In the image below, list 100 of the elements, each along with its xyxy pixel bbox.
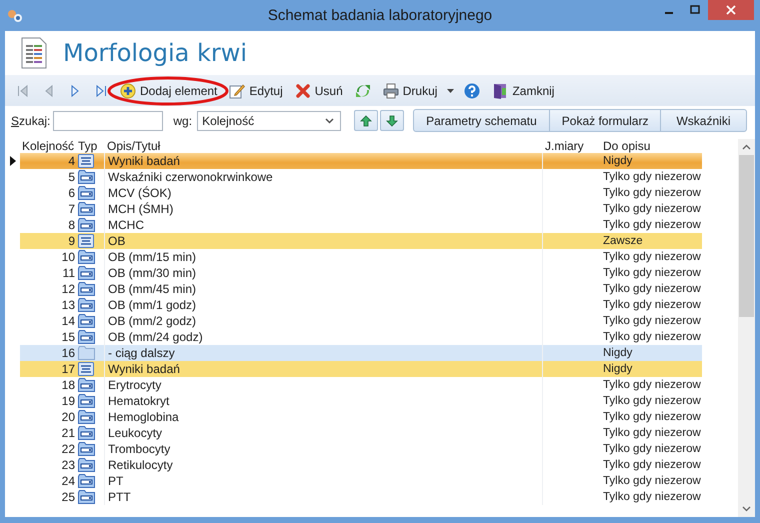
table-cell-text: Nigdy bbox=[602, 346, 634, 361]
plus-icon[interactable] bbox=[120, 82, 136, 98]
folder-icon bbox=[78, 490, 95, 504]
pencil-icon[interactable] bbox=[229, 82, 246, 98]
folder-icon bbox=[78, 394, 95, 408]
table-cell-text: 23 bbox=[60, 457, 76, 473]
table-cell: OB (mm/30 min) bbox=[104, 265, 542, 281]
table-row[interactable]: 12 OB (mm/45 min) Tylko gdy niezerow bbox=[20, 281, 702, 297]
show-form-button[interactable]: Pokaż formularz bbox=[548, 109, 662, 132]
door-icon[interactable] bbox=[492, 82, 508, 98]
form-title: Morfologia krwi bbox=[63, 39, 248, 67]
table-cell-text: 8 bbox=[67, 217, 76, 233]
table-row[interactable]: 22 Trombocyty Tylko gdy niezerow bbox=[20, 441, 702, 457]
list-icon bbox=[78, 362, 94, 376]
arrow-up-icon[interactable] bbox=[360, 114, 372, 126]
arrow-down-icon[interactable] bbox=[386, 114, 398, 126]
sort-label: wg: bbox=[173, 114, 192, 128]
table-cell-text: 14 bbox=[60, 313, 76, 329]
table-cell-text: Tylko gdy niezerow bbox=[602, 410, 702, 425]
table-row[interactable]: 16 - ciąg dalszy Nigdy bbox=[20, 345, 702, 361]
table-cell-text: 19 bbox=[60, 393, 76, 409]
table-cell-text: 21 bbox=[60, 425, 76, 441]
table-cell: PTT bbox=[104, 489, 542, 505]
table-cell-text: Tylko gdy niezerow bbox=[602, 186, 702, 201]
table-cell-text: 9 bbox=[67, 233, 76, 249]
maximize-icon[interactable] bbox=[690, 5, 700, 15]
scroll-up-icon[interactable] bbox=[742, 144, 751, 150]
table-cell: Wyniki badań bbox=[104, 361, 542, 377]
printer-icon[interactable] bbox=[382, 82, 399, 98]
close-form-button[interactable]: Zamknij bbox=[487, 78, 560, 102]
table-row[interactable]: 11 OB (mm/30 min) Tylko gdy niezerow bbox=[20, 265, 702, 281]
table-cell-text: Tylko gdy niezerow bbox=[602, 490, 702, 505]
folder-icon bbox=[78, 458, 95, 472]
document-icon bbox=[21, 37, 47, 69]
table-cell-text: Nigdy bbox=[602, 362, 634, 377]
table-cell: Wskaźniki czerwonokrwinkowe bbox=[104, 169, 542, 185]
column-header[interactable]: Opis/Tytuł bbox=[104, 139, 542, 153]
table-row[interactable]: 23 Retikulocyty Tylko gdy niezerow bbox=[20, 457, 702, 473]
table-cell: PT bbox=[104, 473, 542, 489]
table-row[interactable]: 24 PT Tylko gdy niezerow bbox=[20, 473, 702, 489]
vertical-scrollbar[interactable] bbox=[738, 139, 755, 517]
search-field[interactable] bbox=[53, 110, 164, 130]
table-row[interactable]: 19 Hematokryt Tylko gdy niezerow bbox=[20, 393, 702, 409]
column-header[interactable]: Do opisu bbox=[600, 139, 702, 153]
close-icon[interactable] bbox=[726, 5, 736, 15]
table-row[interactable]: 14 OB (mm/2 godz) Tylko gdy niezerow bbox=[20, 313, 702, 329]
table-row[interactable]: 5 Wskaźniki czerwonokrwinkowe Tylko gdy niezerow bbox=[20, 169, 702, 185]
chevron-down-icon[interactable] bbox=[325, 118, 334, 124]
edit-button[interactable]: Edytuj bbox=[224, 78, 288, 102]
table-row[interactable]: 10 OB (mm/15 min) Tylko gdy niezerow bbox=[20, 249, 702, 265]
table-cell-text: Tylko gdy niezerow bbox=[602, 266, 702, 281]
skip-arrow-icon[interactable] bbox=[95, 84, 107, 98]
table-cell-text: Tylko gdy niezerow bbox=[602, 298, 702, 313]
schema-parameters-button[interactable]: Parametry schematu bbox=[413, 109, 550, 132]
app-icon bbox=[7, 8, 23, 22]
folder-icon bbox=[78, 474, 95, 488]
table-cell-text: 11 bbox=[62, 265, 76, 281]
table-row[interactable]: 9 OB Zawsze bbox=[20, 233, 702, 249]
table-cell-text: Tylko gdy niezerow bbox=[602, 250, 702, 265]
table-row[interactable]: 4 Wyniki badań Nigdy bbox=[20, 153, 702, 169]
indicators-button[interactable]: Wskaźniki bbox=[660, 109, 746, 132]
close-button[interactable] bbox=[708, 0, 754, 20]
column-header[interactable]: J.miary bbox=[542, 139, 600, 153]
table-cell-text: 7 bbox=[67, 201, 76, 217]
column-header[interactable]: Typ bbox=[76, 139, 104, 153]
table-cell: MCV (ŚOK) bbox=[104, 185, 542, 201]
move-down-button[interactable] bbox=[380, 110, 404, 131]
delete-icon[interactable] bbox=[294, 82, 311, 98]
print-button[interactable]: Drukuj bbox=[378, 78, 442, 102]
table-row[interactable]: 25 PTT Tylko gdy niezerow bbox=[20, 489, 702, 505]
move-up-button[interactable] bbox=[354, 110, 378, 131]
folder-icon bbox=[78, 442, 95, 456]
sort-dropdown[interactable]: Kolejność bbox=[197, 110, 342, 130]
table-cell: Hemoglobina bbox=[104, 409, 542, 425]
table-row[interactable]: 21 Leukocyty Tylko gdy niezerow bbox=[20, 425, 702, 441]
table-cell-text: Tylko gdy niezerow bbox=[602, 330, 702, 345]
folder-icon bbox=[78, 202, 95, 216]
table-row[interactable]: 18 Erytrocyty Tylko gdy niezerow bbox=[20, 377, 702, 393]
table-row[interactable]: 13 OB (mm/1 godz) Tylko gdy niezerow bbox=[20, 297, 702, 313]
help-icon[interactable] bbox=[464, 82, 480, 98]
table-row[interactable]: 17 Wyniki badań Nigdy bbox=[20, 361, 702, 377]
scroll-thumb[interactable] bbox=[739, 155, 754, 317]
triangle-arrow-icon[interactable] bbox=[69, 84, 81, 98]
table-row[interactable]: 20 Hemoglobina Tylko gdy niezerow bbox=[20, 409, 702, 425]
table-cell-text: 12 bbox=[60, 281, 76, 297]
column-header[interactable]: Kolejność bbox=[20, 139, 76, 153]
table-row[interactable]: 6 MCV (ŚOK) Tylko gdy niezerow bbox=[20, 185, 702, 201]
scroll-down-icon[interactable] bbox=[742, 506, 751, 512]
table-row[interactable]: 7 MCH (ŚMH) Tylko gdy niezerow bbox=[20, 201, 702, 217]
caret-icon[interactable] bbox=[447, 88, 454, 92]
delete-button[interactable]: Usuń bbox=[290, 78, 348, 102]
folder-icon bbox=[78, 186, 95, 200]
folder-icon bbox=[78, 314, 95, 328]
folder-icon bbox=[78, 330, 95, 344]
folder-icon bbox=[78, 298, 95, 312]
table-cell: Wyniki badań bbox=[104, 153, 542, 169]
refresh-icon[interactable] bbox=[354, 82, 371, 98]
table-cell: OB (mm/45 min) bbox=[104, 281, 542, 297]
table-cell-text: Tylko gdy niezerow bbox=[602, 218, 702, 233]
table-cell-text: 10 bbox=[60, 249, 76, 265]
